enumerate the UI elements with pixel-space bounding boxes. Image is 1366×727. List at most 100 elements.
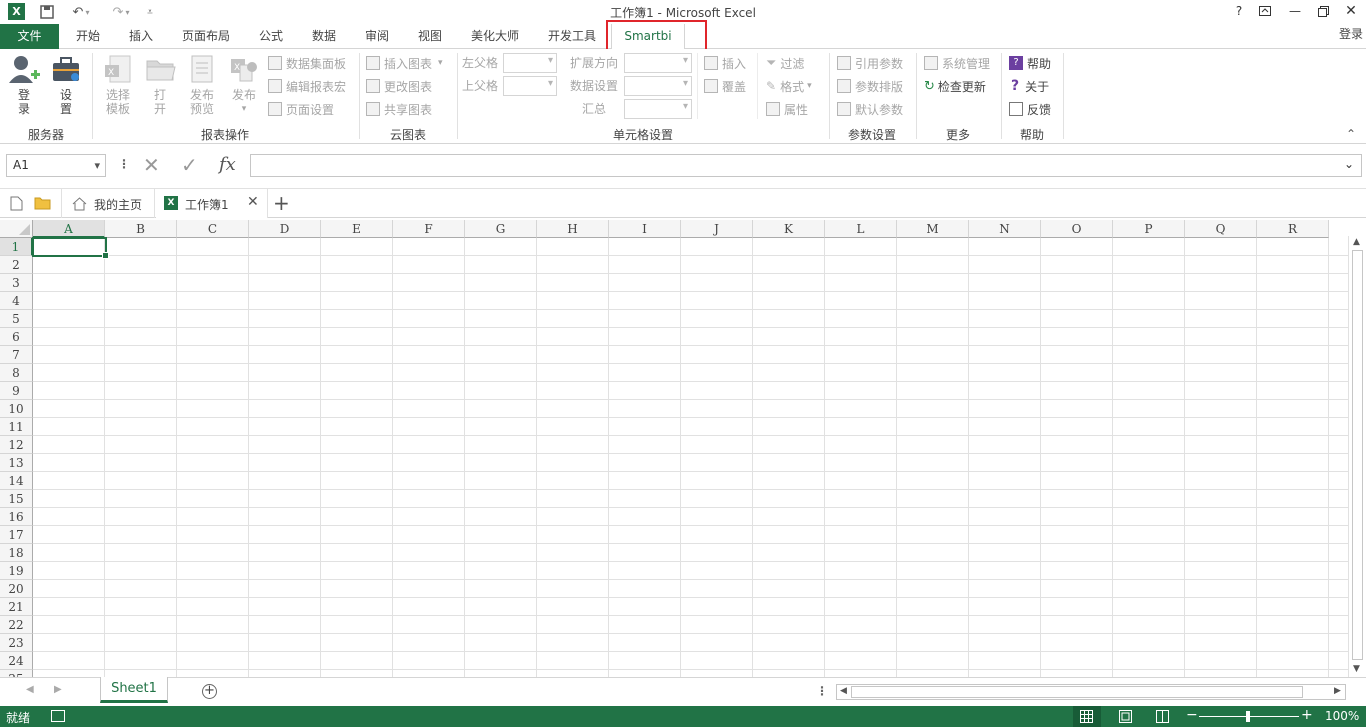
row-header[interactable]: 25 bbox=[0, 670, 33, 677]
column-header[interactable]: P bbox=[1113, 220, 1185, 238]
insert-function-button[interactable]: fx bbox=[219, 154, 236, 175]
row-header[interactable]: 8 bbox=[0, 364, 33, 382]
tab-meihua[interactable]: 美化大师 bbox=[464, 24, 526, 49]
column-header[interactable]: F bbox=[393, 220, 465, 238]
scroll-down-icon[interactable]: ▼ bbox=[1353, 664, 1360, 674]
close-tab-icon[interactable]: ✕ bbox=[247, 194, 259, 210]
vertical-scrollbar[interactable]: ▲ ▼ bbox=[1348, 236, 1366, 677]
column-header[interactable]: C bbox=[177, 220, 249, 238]
zoom-level[interactable]: 100% bbox=[1325, 709, 1359, 723]
column-header[interactable]: H bbox=[537, 220, 609, 238]
help-button[interactable]: ? bbox=[1228, 2, 1250, 20]
dataset-panel-button[interactable]: 数据集面板 bbox=[268, 53, 346, 73]
confirm-entry-icon[interactable]: ✓ bbox=[181, 153, 198, 177]
row-header[interactable]: 15 bbox=[0, 490, 33, 508]
row-header[interactable]: 2 bbox=[0, 256, 33, 274]
open-folder-icon[interactable] bbox=[34, 196, 51, 213]
column-header[interactable]: L bbox=[825, 220, 897, 238]
spreadsheet-grid[interactable]: ABCDEFGHIJKLMNOPQR 1 2 3 4 5 6 7 8 9 10 11 12 13 14 15… bbox=[0, 220, 1348, 677]
row-header[interactable]: 13 bbox=[0, 454, 33, 472]
row-header[interactable]: 22 bbox=[0, 616, 33, 634]
zoom-slider[interactable] bbox=[1199, 711, 1299, 722]
hscroll-right-icon[interactable]: ▶ bbox=[1334, 686, 1341, 696]
tab-data[interactable]: 数据 bbox=[304, 24, 344, 49]
row-header[interactable]: 3 bbox=[0, 274, 33, 292]
row-header[interactable]: 18 bbox=[0, 544, 33, 562]
top-parent-combo[interactable] bbox=[503, 76, 557, 96]
scroll-up-icon[interactable]: ▲ bbox=[1353, 237, 1360, 247]
column-header[interactable]: N bbox=[969, 220, 1041, 238]
row-header[interactable]: 14 bbox=[0, 472, 33, 490]
row-header[interactable]: 17 bbox=[0, 526, 33, 544]
default-param-button[interactable]: 默认参数 bbox=[837, 99, 903, 119]
column-header[interactable]: R bbox=[1257, 220, 1329, 238]
ribbon-display-options-icon[interactable] bbox=[1254, 2, 1276, 20]
tab-file[interactable]: 文件 bbox=[0, 24, 59, 49]
tab-formulas[interactable]: 公式 bbox=[251, 24, 291, 49]
data-setting-combo[interactable] bbox=[624, 76, 692, 96]
settings-button[interactable]: 设 置 bbox=[48, 53, 84, 116]
summary-combo[interactable] bbox=[624, 99, 692, 119]
column-header[interactable]: I bbox=[609, 220, 681, 238]
feedback-button[interactable]: 反馈 bbox=[1009, 99, 1051, 119]
zoom-in-icon[interactable]: + bbox=[1301, 707, 1313, 723]
row-header[interactable]: 9 bbox=[0, 382, 33, 400]
normal-view-icon[interactable] bbox=[1073, 706, 1101, 727]
zoom-slider-thumb[interactable] bbox=[1246, 711, 1250, 722]
sheet-tab-sheet1[interactable]: Sheet1 bbox=[100, 677, 168, 703]
restore-icon[interactable] bbox=[1312, 2, 1334, 20]
page-layout-view-icon[interactable] bbox=[1119, 710, 1132, 726]
insert-chart-button[interactable]: 插入图表 ▾ bbox=[366, 53, 443, 73]
tab-view[interactable]: 视图 bbox=[410, 24, 450, 49]
formula-input[interactable] bbox=[250, 154, 1362, 177]
property-button[interactable]: 属性 bbox=[766, 99, 808, 119]
column-header[interactable]: G bbox=[465, 220, 537, 238]
new-sheet-icon[interactable]: + bbox=[202, 684, 217, 699]
help-ribbon-button[interactable]: ? 帮助 bbox=[1009, 53, 1051, 73]
login-button[interactable]: 登 录 bbox=[6, 53, 42, 116]
tab-insert[interactable]: 插入 bbox=[119, 24, 163, 49]
signin-link[interactable]: 登录 bbox=[1336, 22, 1366, 47]
collapse-ribbon-icon[interactable]: ⌃ bbox=[1346, 127, 1356, 141]
column-header[interactable]: O bbox=[1041, 220, 1113, 238]
zoom-out-icon[interactable]: − bbox=[1186, 707, 1198, 723]
row-header[interactable]: 1 bbox=[0, 238, 33, 256]
row-header[interactable]: 6 bbox=[0, 328, 33, 346]
new-doc-icon[interactable] bbox=[10, 196, 23, 214]
expand-direction-combo[interactable] bbox=[624, 53, 692, 73]
select-template-button[interactable]: X 选择 模板 bbox=[99, 53, 137, 116]
expand-formula-bar-icon[interactable]: ⌄ bbox=[1344, 157, 1354, 171]
row-header[interactable]: 4 bbox=[0, 292, 33, 310]
minimize-icon[interactable]: — bbox=[1284, 2, 1306, 20]
row-header[interactable]: 7 bbox=[0, 346, 33, 364]
param-layout-button[interactable]: 参数排版 bbox=[837, 76, 903, 96]
overwrite-button[interactable]: 覆盖 bbox=[704, 76, 746, 96]
macro-record-icon[interactable] bbox=[51, 710, 65, 722]
row-header[interactable]: 12 bbox=[0, 436, 33, 454]
about-button[interactable]: ? 关于 bbox=[1009, 76, 1049, 96]
insert-button[interactable]: 插入 bbox=[704, 53, 746, 73]
tab-home[interactable]: 开始 bbox=[66, 24, 110, 49]
workbook-tab[interactable]: X 工作簿1 ✕ bbox=[156, 189, 268, 218]
sheet-next-icon[interactable]: ▶ bbox=[54, 684, 62, 695]
scroll-thumb[interactable] bbox=[1352, 250, 1363, 660]
check-update-button[interactable]: ↻ 检查更新 bbox=[924, 76, 986, 96]
column-header[interactable]: D bbox=[249, 220, 321, 238]
sheet-prev-icon[interactable]: ◀ bbox=[26, 684, 34, 695]
share-chart-button[interactable]: 共享图表 bbox=[366, 99, 432, 119]
name-box[interactable]: A1 bbox=[6, 154, 106, 177]
column-header[interactable]: Q bbox=[1185, 220, 1257, 238]
tab-review[interactable]: 审阅 bbox=[357, 24, 397, 49]
column-header[interactable]: E bbox=[321, 220, 393, 238]
row-header[interactable]: 20 bbox=[0, 580, 33, 598]
filter-button[interactable]: ⏷ 过滤 bbox=[766, 53, 804, 73]
row-header[interactable]: 24 bbox=[0, 652, 33, 670]
open-button[interactable]: 打 开 bbox=[143, 53, 177, 116]
column-header[interactable]: A bbox=[33, 220, 105, 238]
row-header[interactable]: 23 bbox=[0, 634, 33, 652]
format-button[interactable]: ✎ 格式 ▾ bbox=[766, 76, 812, 96]
add-tab-icon[interactable]: + bbox=[273, 191, 290, 215]
row-header[interactable]: 10 bbox=[0, 400, 33, 418]
column-header[interactable]: J bbox=[681, 220, 753, 238]
hscroll-left-icon[interactable]: ◀ bbox=[840, 686, 847, 696]
